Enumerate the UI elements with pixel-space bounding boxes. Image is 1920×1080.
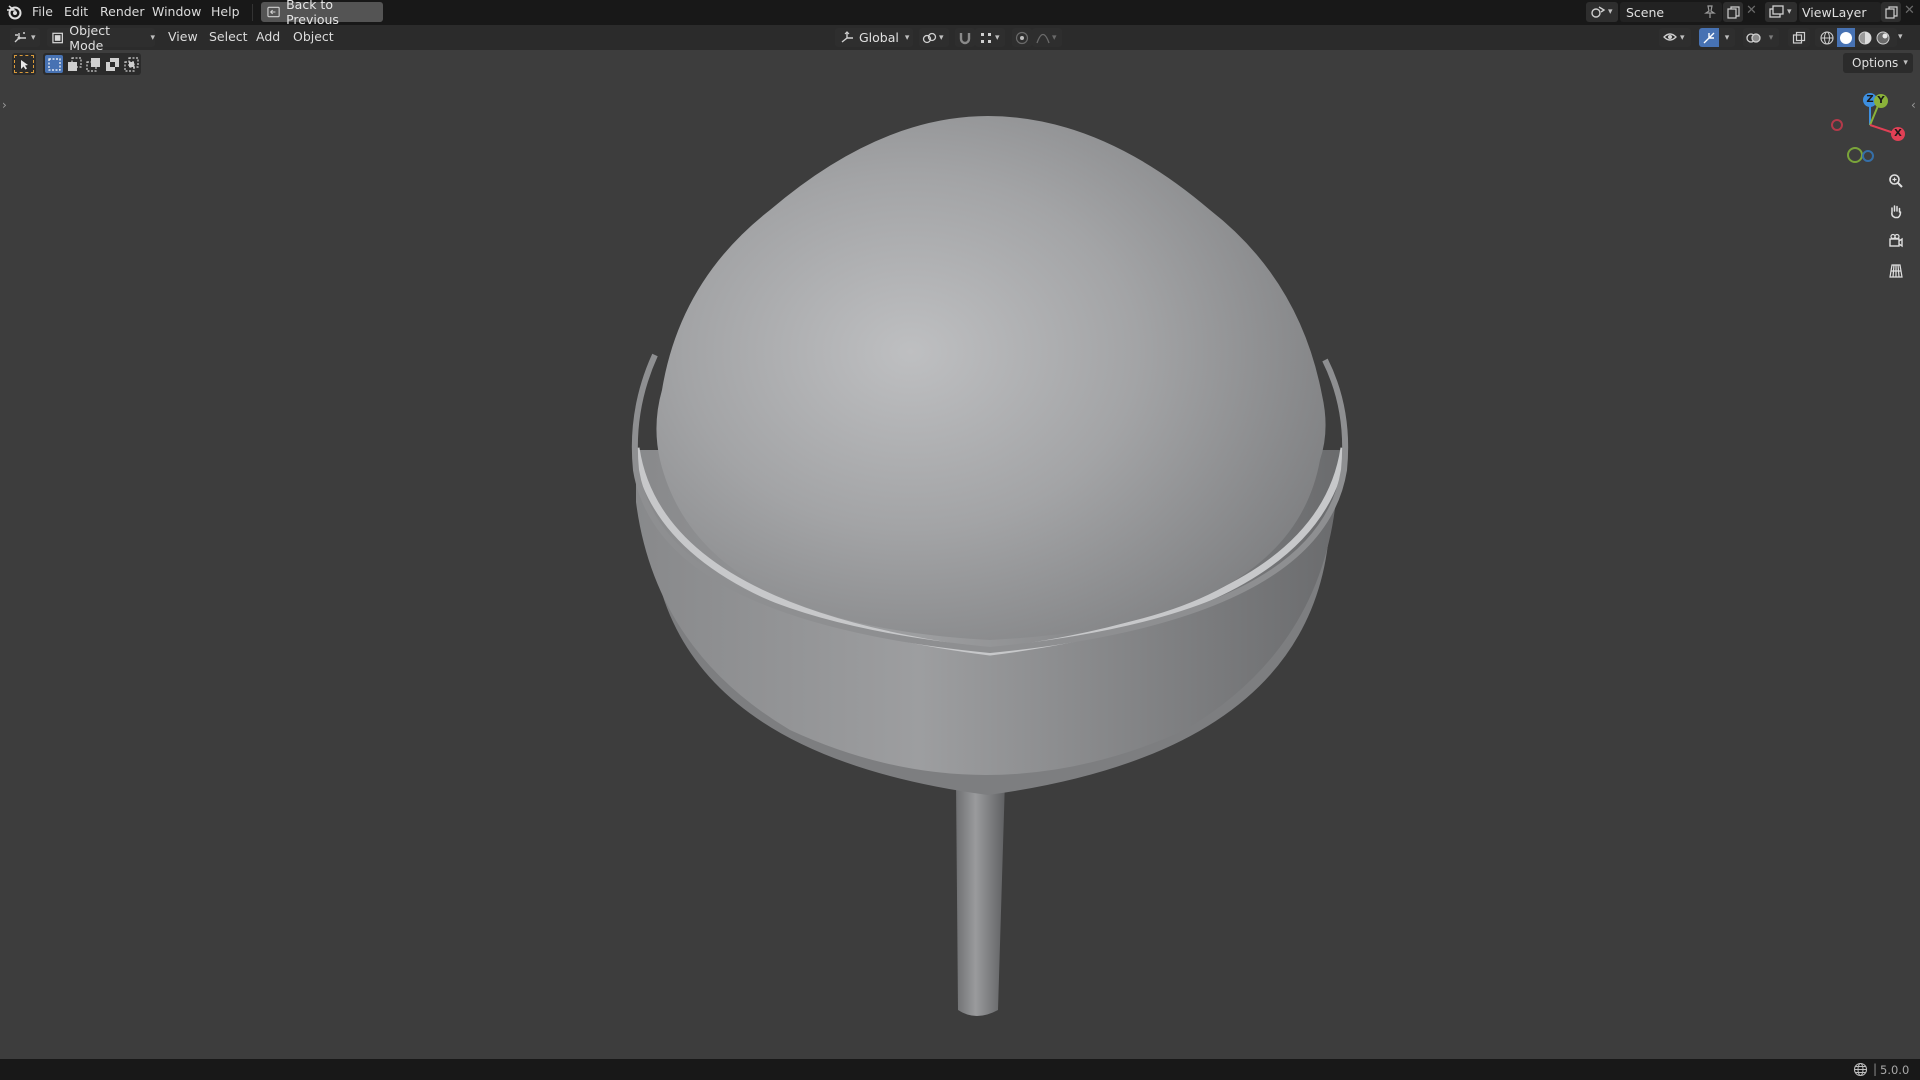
blender-logo-icon[interactable] <box>6 5 22 20</box>
snap-grid-icon <box>981 32 991 43</box>
menu-add[interactable]: Add <box>256 29 280 44</box>
chevron-down-icon: ▾ <box>150 32 155 43</box>
chevron-down-icon: ▾ <box>1608 7 1613 17</box>
grid-perspective-icon <box>1889 264 1903 278</box>
overlays-toggle[interactable] <box>1743 28 1763 47</box>
viewlayer-name-field[interactable]: ViewLayer <box>1799 2 1881 22</box>
chevron-down-icon: ▾ <box>939 32 944 43</box>
orientation-label: Global <box>859 30 899 45</box>
transform-orientation-dropdown[interactable]: Global ▾ <box>835 28 913 47</box>
new-scene-button[interactable] <box>1723 2 1743 22</box>
camera-icon <box>1889 233 1903 248</box>
delete-scene-icon[interactable]: ✕ <box>1746 3 1757 18</box>
menu-window[interactable]: Window <box>152 4 201 19</box>
gizmo-x-axis[interactable]: X <box>1891 127 1905 141</box>
solid-shading-button[interactable] <box>1837 28 1855 47</box>
proportional-edit-icon <box>1015 31 1029 44</box>
proportional-editing-toggle[interactable] <box>1012 28 1032 47</box>
material-preview-icon[interactable] <box>1857 30 1873 46</box>
rendered-shading-icon[interactable] <box>1875 30 1891 46</box>
menu-select[interactable]: Select <box>209 29 248 44</box>
new-viewlayer-button[interactable] <box>1881 2 1901 22</box>
perspective-toggle-button[interactable] <box>1884 259 1908 283</box>
pin-icon[interactable] <box>1704 5 1716 19</box>
back-to-previous-label: Back to Previous <box>286 0 339 27</box>
top-bar: File Edit Render Window Help Back to Pre… <box>0 0 1920 27</box>
scene-icon <box>1591 6 1606 18</box>
gizmo-neg-x-axis[interactable] <box>1831 119 1843 131</box>
chevron-down-icon: ▾ <box>31 32 36 43</box>
pivot-point-dropdown[interactable]: ▾ <box>919 28 949 47</box>
menu-help[interactable]: Help <box>211 4 240 19</box>
3d-viewport[interactable]: › ‹ Options ▾ Z Y X <box>0 50 1920 1059</box>
xray-toggle[interactable] <box>1788 28 1810 47</box>
network-globe-icon[interactable] <box>1853 1062 1868 1077</box>
pan-button[interactable] <box>1884 199 1908 223</box>
back-to-previous-button[interactable]: Back to Previous <box>261 0 383 27</box>
eye-selectable-icon <box>1663 33 1677 41</box>
gizmo-toggle[interactable] <box>1699 28 1719 47</box>
object-mode-icon <box>52 32 63 43</box>
scene-name: Scene <box>1626 4 1665 20</box>
back-icon <box>267 6 280 18</box>
camera-view-button[interactable] <box>1884 229 1908 253</box>
orientation-global-icon <box>841 31 853 43</box>
snap-target-dropdown[interactable]: ▾ <box>975 28 1005 47</box>
snap-toggle[interactable] <box>955 28 975 47</box>
wireframe-shading-icon[interactable] <box>1819 30 1835 46</box>
view3d-icon <box>14 31 26 42</box>
chevron-down-icon: ▾ <box>1052 32 1057 43</box>
mode-dropdown[interactable]: Object Mode ▾ <box>47 23 155 53</box>
falloff-curve-icon <box>1036 33 1050 43</box>
menu-object[interactable]: Object <box>293 29 334 44</box>
shading-mode-group <box>1815 28 1897 47</box>
shading-options-chevron-icon[interactable]: ▾ <box>1898 32 1903 42</box>
status-bar: | 5.0.0 <box>0 1059 1920 1080</box>
zoom-icon <box>1889 174 1903 188</box>
viewport-header: ▾ Object Mode ▾ View Select Add Object G… <box>0 23 1920 53</box>
gizmo-dropdown[interactable]: ▾ <box>1719 28 1735 47</box>
chevron-down-icon: ▾ <box>995 32 1000 43</box>
gizmo-neg-z-axis[interactable] <box>1862 150 1874 162</box>
gizmo-icon <box>1703 32 1715 43</box>
mesh-object[interactable] <box>0 50 1920 1059</box>
duplicate-icon <box>1884 5 1898 19</box>
scene-name-field[interactable]: Scene <box>1620 2 1722 22</box>
delete-viewlayer-icon[interactable]: ✕ <box>1904 3 1915 18</box>
pivot-icon <box>922 32 937 43</box>
editor-type-button[interactable]: ▾ <box>10 28 40 47</box>
duplicate-icon <box>1726 5 1740 19</box>
menu-edit[interactable]: Edit <box>64 4 88 19</box>
viewlayer-browse-button[interactable]: ▾ <box>1765 2 1797 22</box>
menu-file[interactable]: File <box>32 4 53 19</box>
version-label: 5.0.0 <box>1880 1063 1910 1077</box>
render-layers-icon <box>1769 5 1784 18</box>
chevron-down-icon: ▾ <box>1680 32 1685 43</box>
chevron-down-icon: ▾ <box>1768 32 1774 43</box>
scene-browse-button[interactable]: ▾ <box>1586 2 1618 22</box>
menu-render[interactable]: Render <box>100 4 145 19</box>
menu-view[interactable]: View <box>168 29 198 44</box>
gizmo-y-axis[interactable]: Y <box>1874 94 1888 108</box>
overlays-icon <box>1745 32 1761 43</box>
gizmo-neg-y-axis[interactable] <box>1847 147 1863 163</box>
hand-icon <box>1891 205 1902 219</box>
falloff-dropdown[interactable]: ▾ <box>1032 28 1062 47</box>
navigation-gizmo[interactable]: Z Y X <box>1820 90 1910 180</box>
zoom-button[interactable] <box>1884 169 1908 193</box>
chevron-down-icon: ▾ <box>904 32 910 43</box>
xray-icon <box>1792 31 1806 44</box>
chevron-down-icon: ▾ <box>1724 32 1730 43</box>
overlays-dropdown[interactable]: ▾ <box>1763 28 1779 47</box>
chevron-down-icon: ▾ <box>1787 7 1792 17</box>
solid-shading-icon <box>1840 31 1852 44</box>
status-separator: | <box>1873 1062 1878 1076</box>
mode-label: Object Mode <box>69 22 111 53</box>
magnet-icon <box>959 32 971 44</box>
visibility-dropdown[interactable]: ▾ <box>1659 28 1691 47</box>
viewlayer-name: ViewLayer <box>1802 4 1867 20</box>
